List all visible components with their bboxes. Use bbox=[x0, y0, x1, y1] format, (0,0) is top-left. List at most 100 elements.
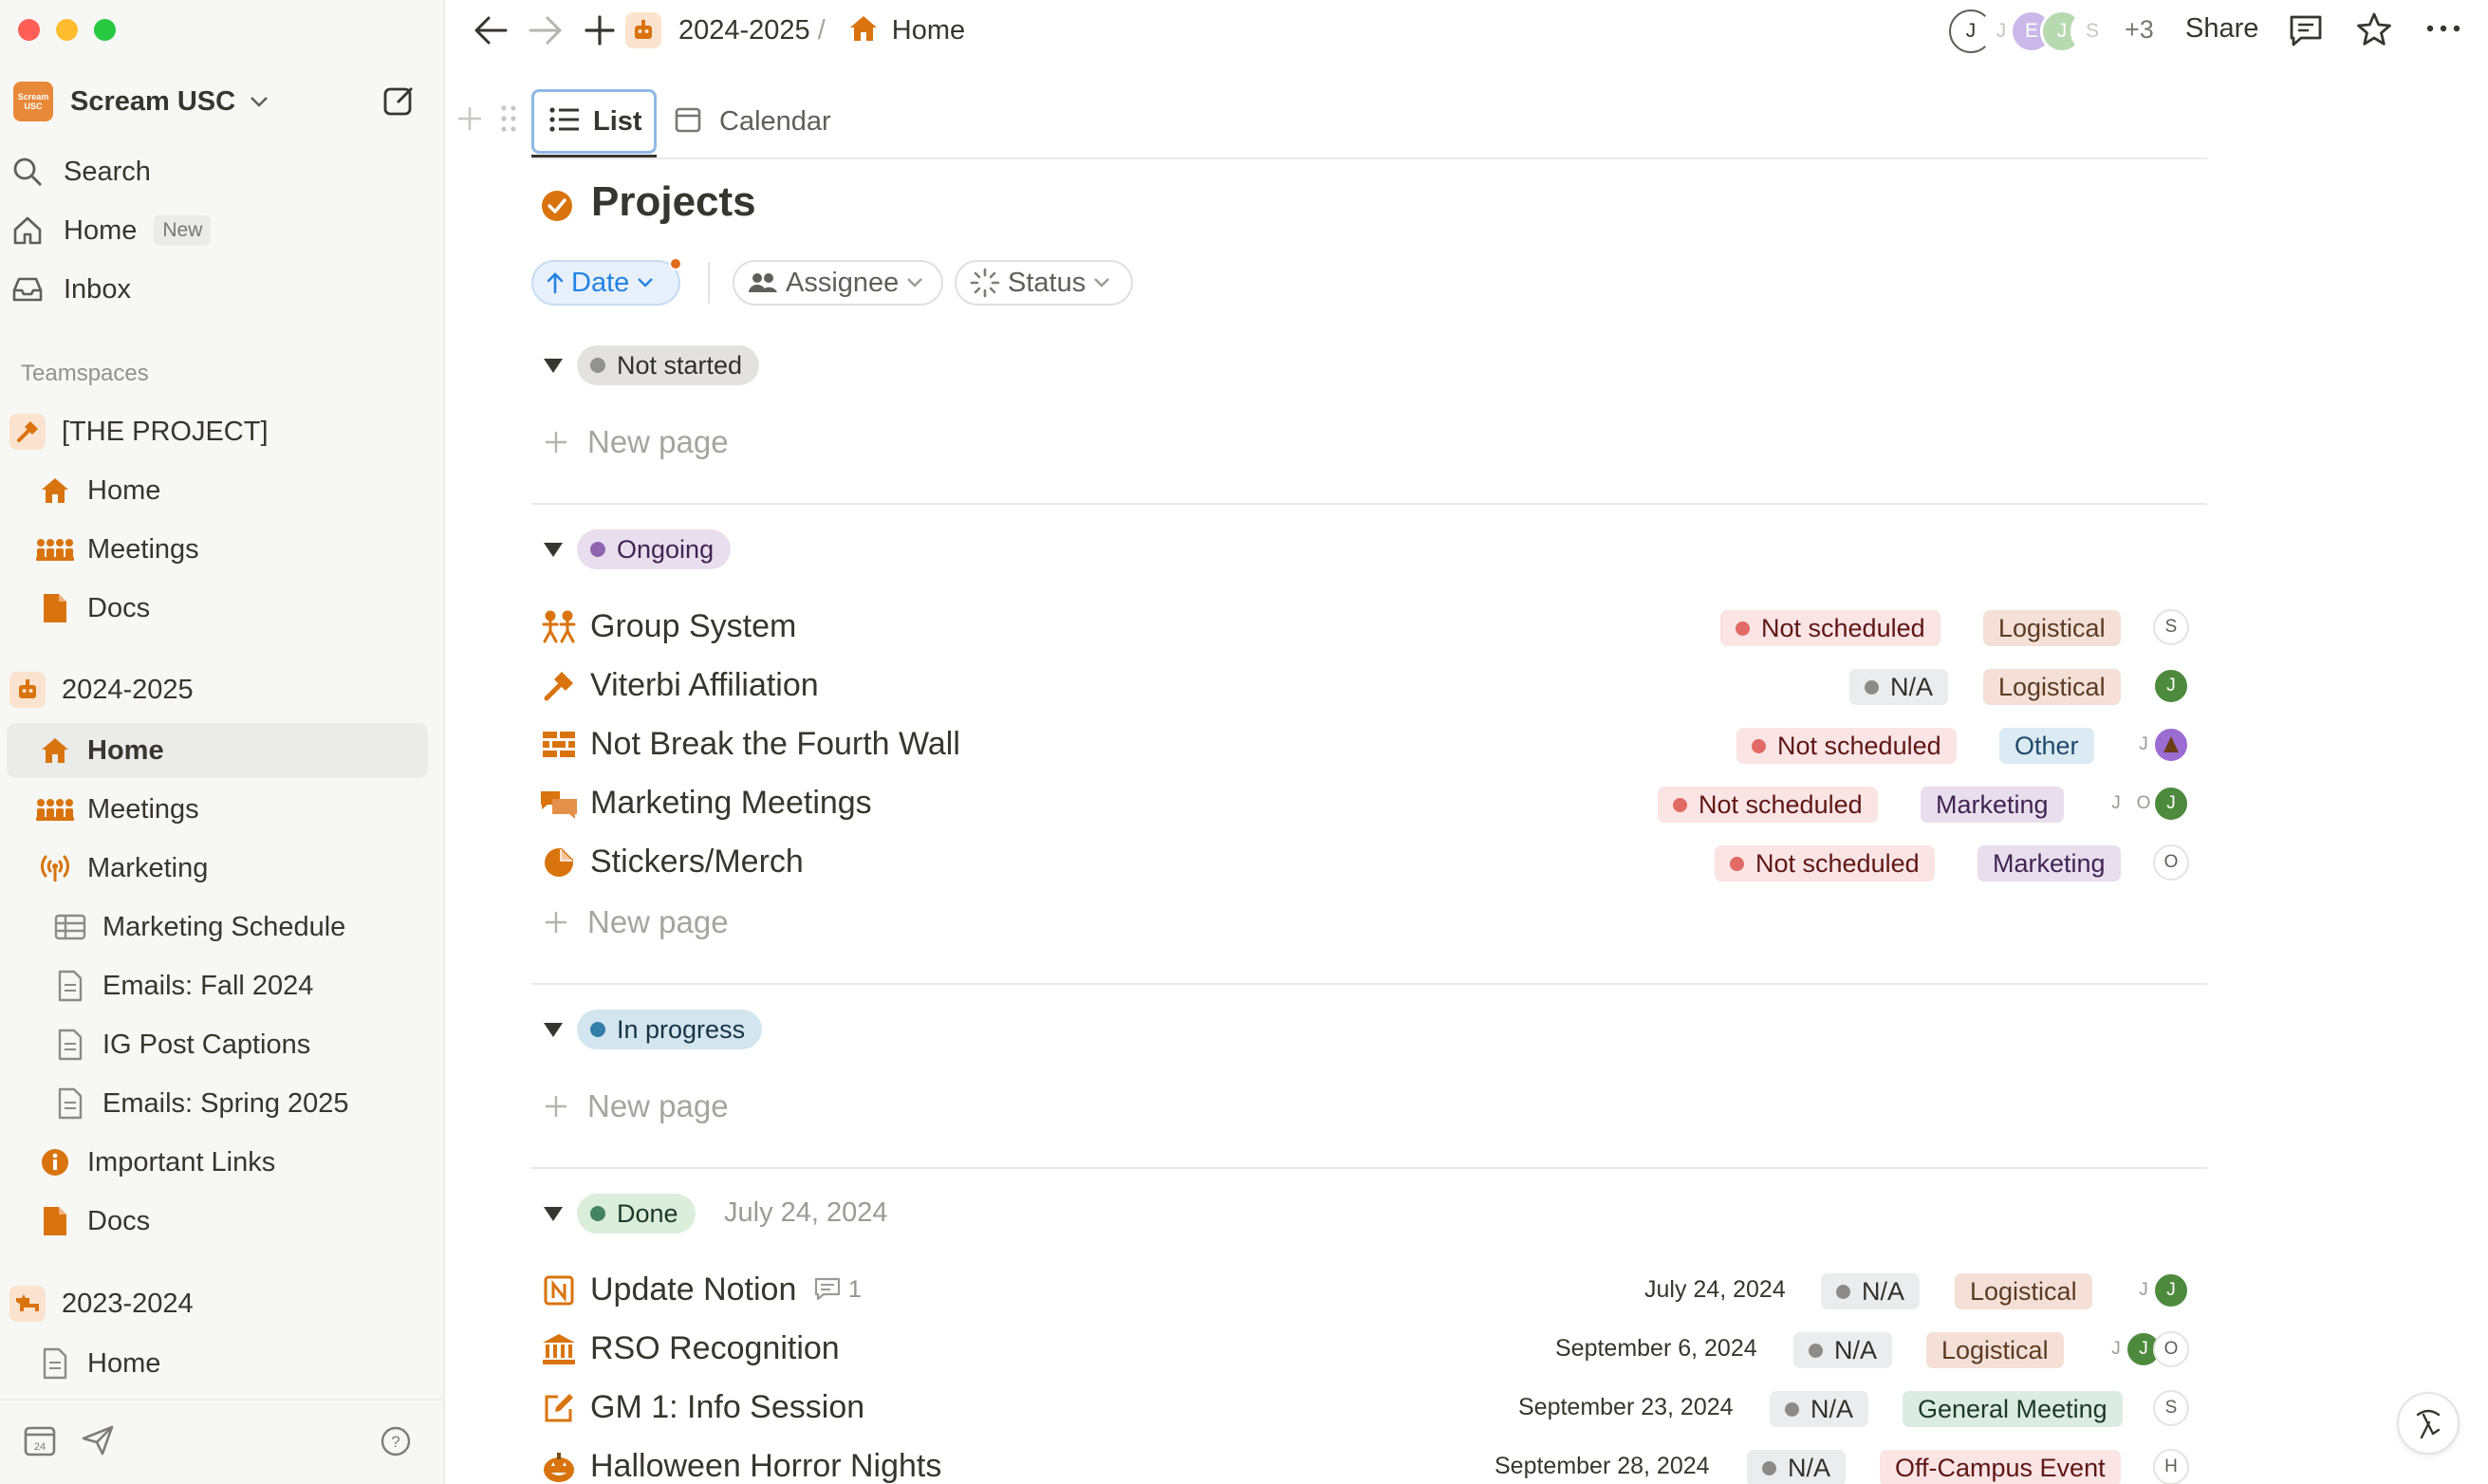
close-window-button[interactable] bbox=[18, 19, 40, 41]
schedule-chip[interactable]: Not scheduled bbox=[1736, 728, 1957, 764]
status-filter-button[interactable]: Status bbox=[955, 260, 1133, 306]
add-icon[interactable] bbox=[583, 13, 617, 47]
sidebar-item-docs[interactable]: Docs bbox=[34, 581, 428, 636]
calendar-app-icon[interactable]: 24 bbox=[23, 1423, 57, 1462]
list-item[interactable]: Update Notion 1 July 24, 2024 N/A Logist… bbox=[531, 1262, 2207, 1317]
sidebar-item-inbox[interactable]: Inbox bbox=[7, 262, 428, 317]
list-item[interactable]: Marketing Meetings Not scheduled Marketi… bbox=[531, 775, 2207, 830]
sidebar-item-ig-captions[interactable]: IG Post Captions bbox=[49, 1017, 428, 1072]
tab-calendar[interactable]: Calendar bbox=[674, 95, 831, 148]
schedule-chip[interactable]: N/A bbox=[1770, 1391, 1869, 1427]
sidebar-item-marketing-schedule[interactable]: Marketing Schedule bbox=[49, 900, 428, 955]
list-item[interactable]: Stickers/Merch Not scheduled Marketing O bbox=[531, 834, 2207, 889]
row-title[interactable]: Group System bbox=[590, 599, 796, 654]
category-tag[interactable]: Marketing bbox=[1921, 787, 2064, 823]
sidebar-item-search[interactable]: Search bbox=[7, 144, 428, 199]
list-item[interactable]: Halloween Horror Nights September 28, 20… bbox=[531, 1438, 2207, 1484]
sidebar-item-home-active[interactable]: Home bbox=[7, 723, 428, 778]
tab-list[interactable]: List bbox=[531, 89, 657, 154]
sidebar-item-important-links[interactable]: Important Links bbox=[34, 1135, 428, 1190]
category-tag[interactable]: General Meeting bbox=[1903, 1391, 2123, 1427]
row-title[interactable]: Viterbi Affiliation bbox=[590, 658, 819, 713]
collapse-group-toggle[interactable] bbox=[544, 543, 563, 557]
new-page-button[interactable]: New page bbox=[544, 1087, 729, 1125]
drag-handle-icon[interactable] bbox=[499, 102, 518, 139]
star-icon[interactable] bbox=[2356, 11, 2392, 47]
row-title[interactable]: Halloween Horror Nights bbox=[590, 1438, 941, 1484]
sidebar-item-emails-spring[interactable]: Emails: Spring 2025 bbox=[49, 1076, 428, 1131]
list-item[interactable]: GM 1: Info Session September 23, 2024 N/… bbox=[531, 1380, 2207, 1435]
avatar[interactable]: S bbox=[2070, 9, 2114, 53]
row-title[interactable]: Stickers/Merch bbox=[590, 834, 804, 889]
teamspace-2023-2024[interactable]: 2023-2024 bbox=[7, 1276, 428, 1331]
row-title[interactable]: GM 1: Info Session bbox=[590, 1380, 864, 1435]
category-tag[interactable]: Logistical bbox=[1926, 1332, 2064, 1368]
assignee-avatar[interactable]: O bbox=[2153, 844, 2189, 881]
sidebar-item-meetings[interactable]: Meetings bbox=[34, 782, 428, 837]
schedule-chip[interactable]: Not scheduled bbox=[1715, 845, 1935, 881]
sidebar-item-home[interactable]: Home New bbox=[7, 203, 428, 258]
group-in-progress[interactable]: In progress bbox=[577, 1010, 763, 1049]
ai-assistant-button[interactable] bbox=[2397, 1392, 2460, 1455]
back-arrow-icon[interactable] bbox=[472, 13, 510, 47]
zoom-window-button[interactable] bbox=[94, 19, 116, 41]
category-tag[interactable]: Logistical bbox=[1983, 610, 2121, 646]
schedule-chip[interactable]: Not scheduled bbox=[1658, 787, 1878, 823]
schedule-chip[interactable]: N/A bbox=[1747, 1450, 1847, 1484]
sidebar-item-docs[interactable]: Docs bbox=[34, 1194, 428, 1249]
assignee-avatar[interactable]: S bbox=[2153, 1390, 2189, 1426]
assignee-avatar-image[interactable] bbox=[2153, 727, 2189, 763]
category-tag[interactable]: Other bbox=[1999, 728, 2094, 764]
row-title[interactable]: RSO Recognition bbox=[590, 1321, 840, 1376]
group-ongoing[interactable]: Ongoing bbox=[577, 529, 732, 569]
collapse-group-toggle[interactable] bbox=[544, 1207, 563, 1221]
category-tag[interactable]: Logistical bbox=[1983, 669, 2121, 705]
add-block-icon[interactable] bbox=[455, 104, 484, 138]
sidebar-item-home[interactable]: Home bbox=[34, 463, 428, 518]
breadcrumb-parent[interactable]: 2024-2025 bbox=[678, 15, 810, 46]
sidebar-item-meetings[interactable]: Meetings bbox=[34, 522, 428, 577]
new-page-button[interactable]: New page bbox=[544, 423, 729, 461]
assignee-avatar[interactable]: O bbox=[2153, 1331, 2189, 1367]
new-page-button[interactable]: New page bbox=[544, 903, 729, 941]
forward-arrow-icon[interactable] bbox=[527, 13, 565, 47]
collapse-group-toggle[interactable] bbox=[544, 1023, 563, 1037]
comments-icon[interactable] bbox=[2288, 13, 2324, 47]
assignee-avatar[interactable]: H bbox=[2153, 1449, 2189, 1484]
list-item[interactable]: Viterbi Affiliation N/A Logistical J bbox=[531, 658, 2207, 713]
teamspace-2024-2025[interactable]: 2024-2025 bbox=[7, 662, 428, 717]
more-collaborators-count[interactable]: +3 bbox=[2125, 15, 2154, 45]
row-title[interactable]: Update Notion bbox=[590, 1262, 796, 1317]
list-item[interactable]: Group System Not scheduled Logistical S bbox=[531, 599, 2207, 654]
group-not-started[interactable]: Not started bbox=[577, 345, 760, 385]
workspace-switcher[interactable]: Scream USC Scream USC bbox=[13, 74, 339, 129]
row-title[interactable]: Not Break the Fourth Wall bbox=[590, 716, 960, 771]
teamspace-the-project[interactable]: [THE PROJECT] bbox=[7, 404, 428, 459]
collapse-group-toggle[interactable] bbox=[544, 359, 563, 373]
help-icon[interactable]: ? bbox=[380, 1425, 412, 1462]
sort-date-button[interactable]: Date bbox=[531, 260, 680, 306]
assignee-avatar[interactable]: S bbox=[2153, 609, 2189, 645]
list-item[interactable]: RSO Recognition September 6, 2024 N/A Lo… bbox=[531, 1321, 2207, 1376]
assignee-avatar[interactable]: J bbox=[2153, 668, 2189, 704]
schedule-chip[interactable]: N/A bbox=[1821, 1273, 1921, 1309]
sidebar-item-emails-fall[interactable]: Emails: Fall 2024 bbox=[49, 958, 428, 1013]
assignee-filter-button[interactable]: Assignee bbox=[733, 260, 943, 306]
schedule-chip[interactable]: Not scheduled bbox=[1720, 610, 1940, 646]
group-done[interactable]: Done bbox=[577, 1194, 696, 1234]
send-icon[interactable] bbox=[82, 1425, 114, 1460]
schedule-chip[interactable]: N/A bbox=[1793, 1332, 1893, 1368]
row-title[interactable]: Marketing Meetings bbox=[590, 775, 872, 830]
new-page-compose-icon[interactable] bbox=[381, 83, 419, 121]
sidebar-item-home[interactable]: Home bbox=[34, 1336, 428, 1391]
category-tag[interactable]: Marketing bbox=[1977, 845, 2121, 881]
schedule-chip[interactable]: N/A bbox=[1849, 669, 1949, 705]
minimize-window-button[interactable] bbox=[56, 19, 78, 41]
sidebar-item-marketing[interactable]: Marketing bbox=[34, 841, 428, 896]
assignee-avatar[interactable]: J bbox=[2153, 786, 2189, 822]
share-button[interactable]: Share bbox=[2185, 13, 2258, 45]
breadcrumb-current[interactable]: Home bbox=[892, 15, 965, 46]
more-options-icon[interactable] bbox=[2425, 23, 2461, 34]
comment-count[interactable]: 1 bbox=[814, 1262, 862, 1317]
category-tag[interactable]: Off-Campus Event bbox=[1880, 1450, 2121, 1484]
